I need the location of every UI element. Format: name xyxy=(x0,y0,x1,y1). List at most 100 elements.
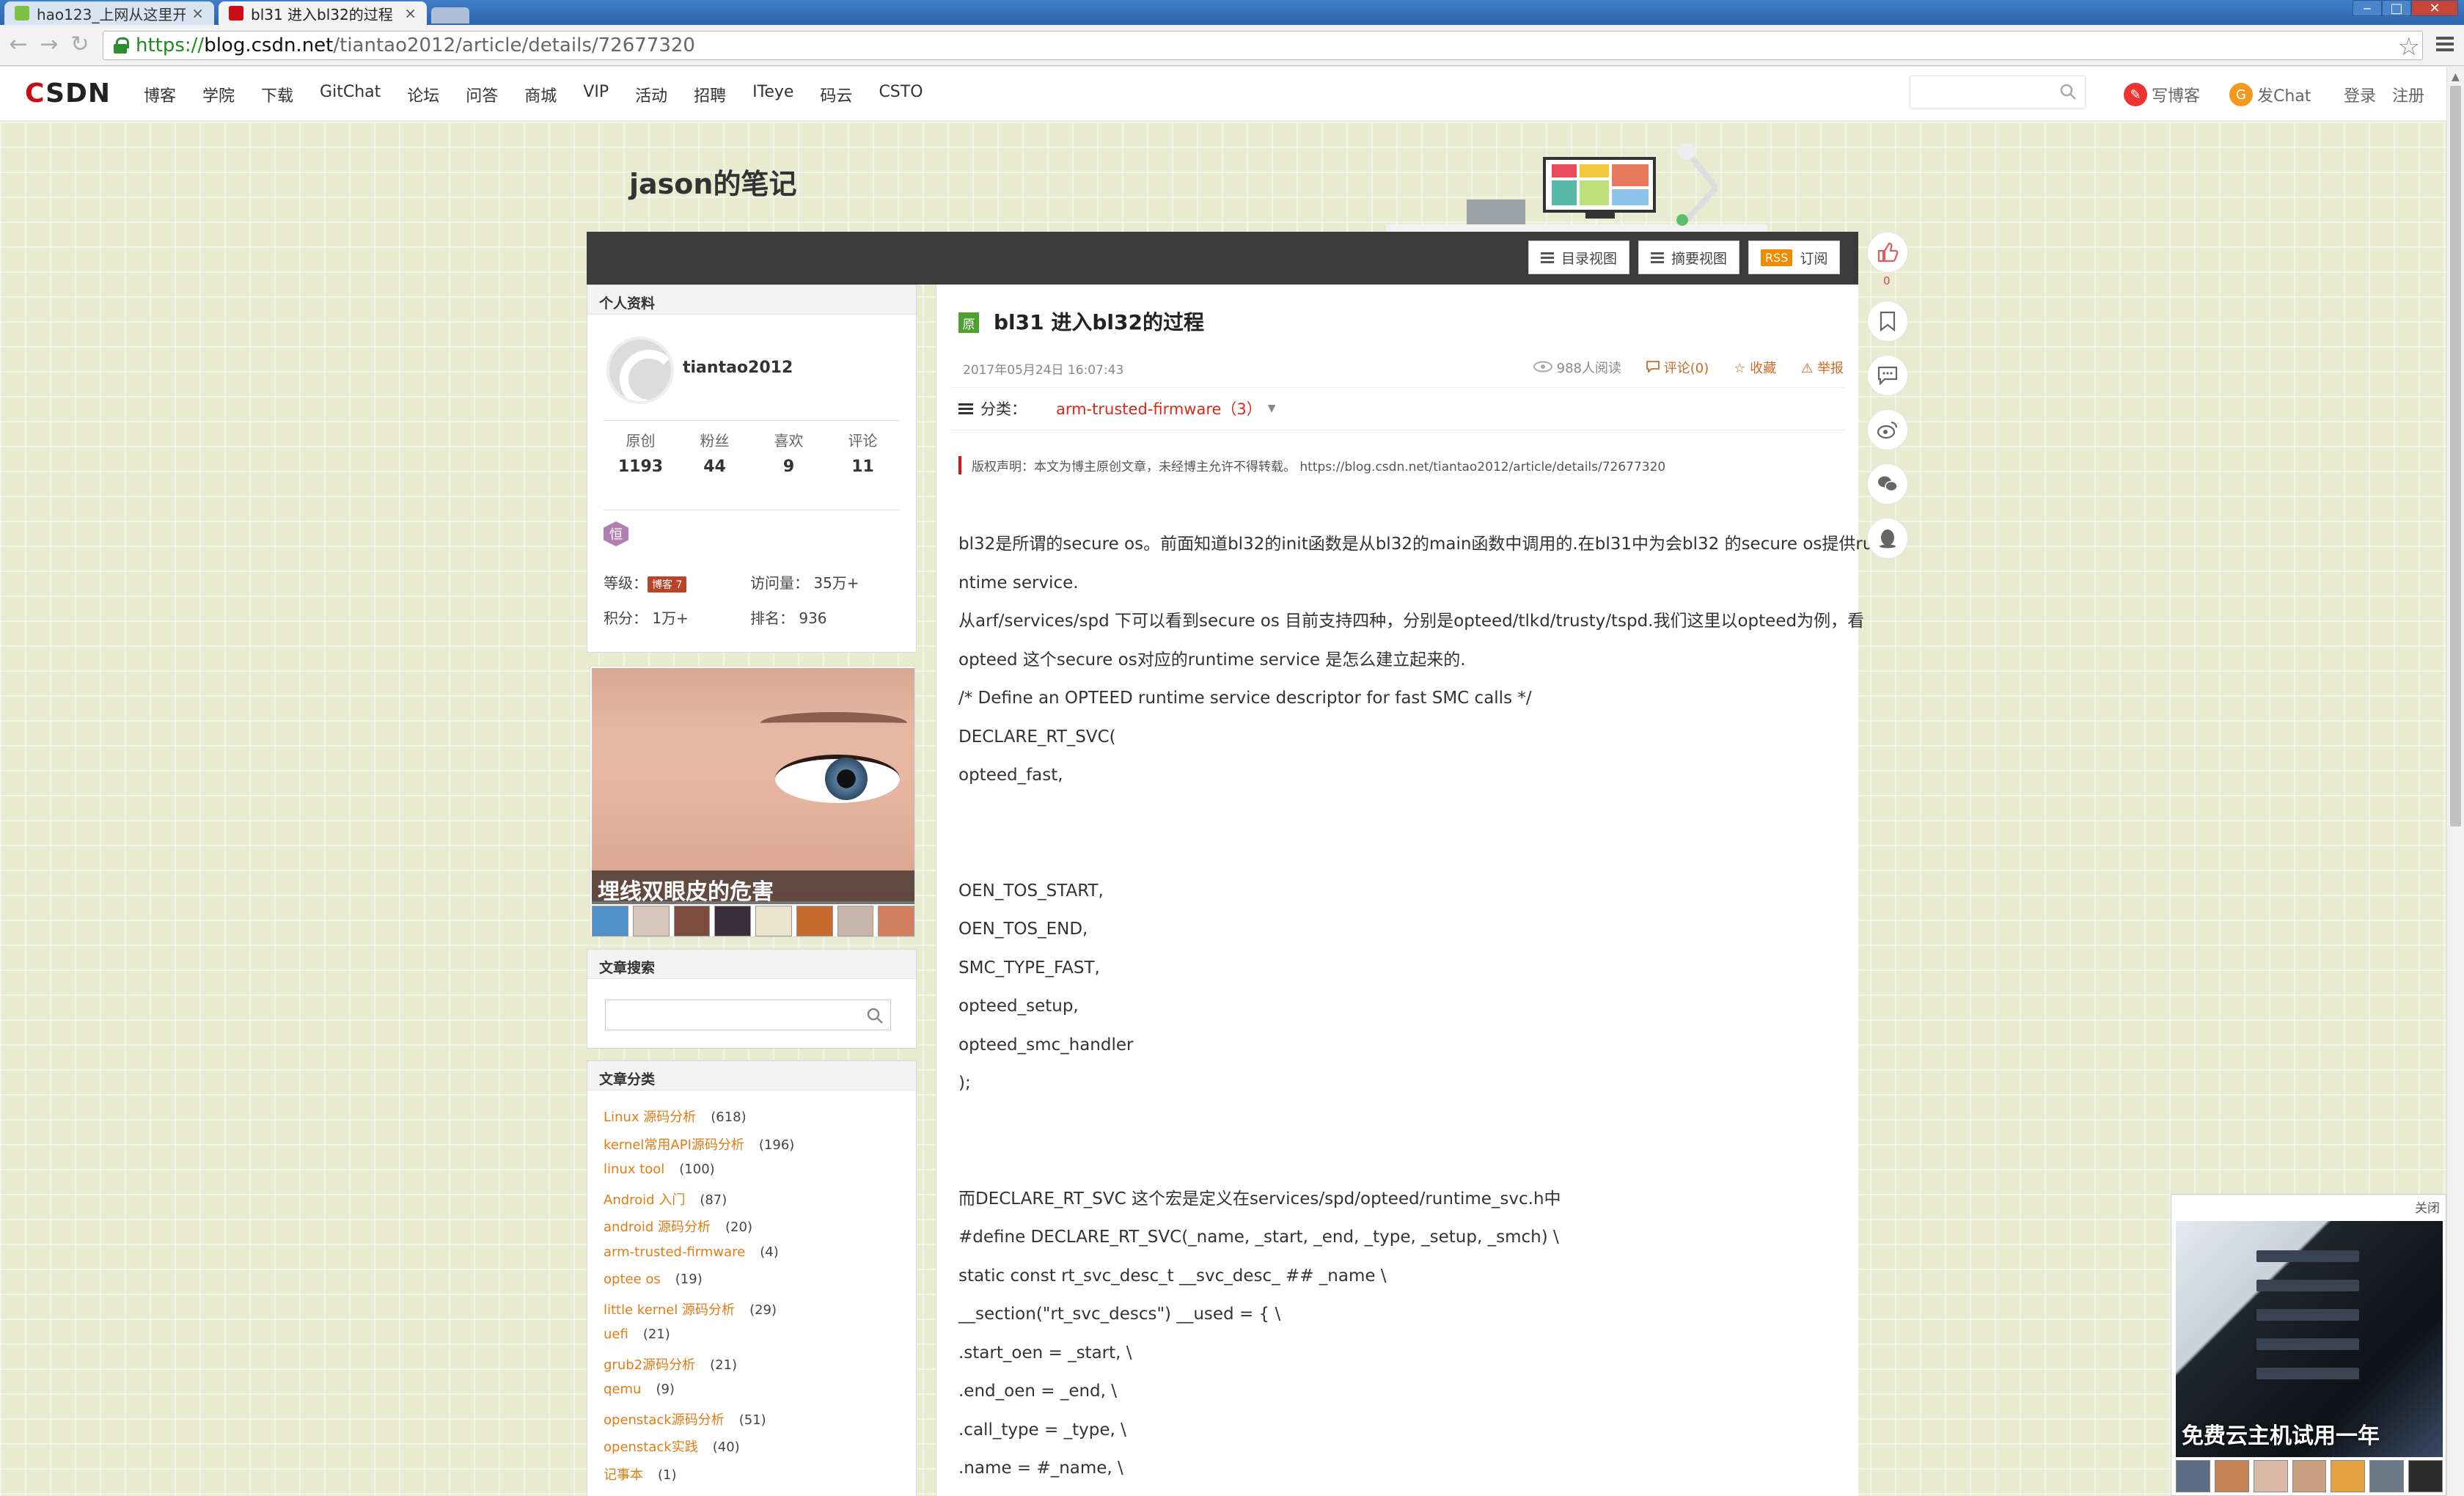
like-button[interactable] xyxy=(1867,232,1908,273)
nav-link-blog[interactable]: 博客 xyxy=(144,83,176,106)
comment-icon xyxy=(1646,361,1660,374)
chat-link[interactable]: G 发Chat xyxy=(2229,83,2311,106)
article-search-heading: 文章搜索 xyxy=(587,950,916,979)
maximize-button[interactable]: □ xyxy=(2382,0,2411,16)
read-count: 988人阅读 xyxy=(1533,358,1621,377)
list-item[interactable]: arm-trusted-firmware (4) xyxy=(604,1244,794,1272)
list-item[interactable]: openstack实践 (40) xyxy=(604,1437,794,1464)
list-item[interactable]: grub2源码分析 (21) xyxy=(604,1354,794,1382)
article-line: OEN_TOS_START, xyxy=(958,881,1104,901)
article-line: opteed_fast, xyxy=(958,766,1063,785)
comment-link[interactable]: 评论(0) xyxy=(1646,358,1709,377)
nav-link-qa[interactable]: 问答 xyxy=(466,83,498,106)
write-blog-link[interactable]: ✎ 写博客 xyxy=(2124,83,2200,106)
scroll-up-icon[interactable]: ▲ xyxy=(2452,71,2460,83)
list-item[interactable]: linux tool (100) xyxy=(604,1162,794,1189)
article-search-panel: 文章搜索 xyxy=(587,949,917,1049)
tab-current-article[interactable]: bl31 进入bl32的过程 - C × xyxy=(219,1,427,25)
article-line: .name = #_name, \ xyxy=(958,1459,1123,1478)
back-icon[interactable]: ← xyxy=(6,34,31,59)
avatar[interactable] xyxy=(606,337,674,404)
category-label: 分类： xyxy=(980,400,1027,418)
rss-subscribe-button[interactable]: RSS 订阅 xyxy=(1748,241,1841,274)
search-icon[interactable] xyxy=(2058,82,2078,101)
profile-rank: 排名： 936 xyxy=(750,609,827,627)
profile-heading: 个人资料 xyxy=(587,285,916,315)
browser-menu-icon[interactable] xyxy=(2436,37,2454,54)
tab-close-icon[interactable]: × xyxy=(404,4,417,22)
list-item[interactable]: android 源码分析 (20) xyxy=(604,1217,794,1244)
corner-ad[interactable]: 关闭 免费云主机试用一年 xyxy=(2171,1194,2446,1496)
list-item[interactable]: openstack源码分析 (51) xyxy=(604,1409,794,1437)
site-search-input[interactable] xyxy=(1910,76,2086,109)
close-window-button[interactable]: ✕ xyxy=(2411,0,2458,16)
nav-link-vip[interactable]: VIP xyxy=(583,83,609,106)
forward-icon[interactable]: → xyxy=(37,34,62,59)
register-link[interactable]: 注册 xyxy=(2392,83,2424,106)
list-item[interactable]: 记事本 (1) xyxy=(604,1464,794,1492)
profile-visits: 访问量： 35万+ xyxy=(750,574,859,592)
nav-link-gitchat[interactable]: GitChat xyxy=(320,83,381,106)
list-item[interactable]: Linux 源码分析 (618) xyxy=(604,1107,794,1134)
new-tab-button[interactable] xyxy=(431,7,469,23)
list-icon xyxy=(1541,250,1554,265)
profile-panel: 个人资料 tiantao2012 原创 1193 粉丝 44 喜欢 9 评论 11 恒 … xyxy=(587,285,917,653)
list-item[interactable]: kernel常用API源码分析 (196) xyxy=(604,1134,794,1162)
article-line: ntime service. xyxy=(958,573,1079,593)
header-desk-illustration xyxy=(1386,144,1767,233)
bookmark-button[interactable] xyxy=(1867,301,1908,342)
address-bar[interactable]: https://blog.csdn.net/tiantao2012/articl… xyxy=(103,31,2423,60)
weibo-share-button[interactable] xyxy=(1867,409,1908,450)
search-icon[interactable] xyxy=(865,1006,884,1025)
medal-icon[interactable]: 恒 xyxy=(604,521,628,546)
article-title[interactable]: bl31 进入bl32的过程 xyxy=(994,307,1204,336)
page-scrollbar[interactable]: ▲ xyxy=(2446,67,2464,1496)
report-link[interactable]: ⚠ 举报 xyxy=(1801,358,1844,377)
profile-username[interactable]: tiantao2012 xyxy=(683,359,793,377)
corner-ad-close-button[interactable]: 关闭 xyxy=(2415,1198,2440,1216)
comment-button[interactable] xyxy=(1867,355,1908,396)
toc-view-button[interactable]: 目录视图 xyxy=(1528,241,1630,274)
article-line: static const rt_svc_desc_t __svc_desc_ #… xyxy=(958,1266,1387,1286)
tab-hao123[interactable]: hao123_上网从这里开始 × xyxy=(4,1,214,25)
list-item[interactable]: uefi (21) xyxy=(604,1327,794,1354)
ad-eye-image xyxy=(592,668,914,901)
url-scheme: https:// xyxy=(136,34,205,56)
qq-share-button[interactable] xyxy=(1867,518,1908,559)
reload-icon[interactable]: ↻ xyxy=(67,34,92,59)
nav-link-download[interactable]: 下载 xyxy=(261,83,293,106)
favorite-link[interactable]: ☆ 收藏 xyxy=(1734,358,1776,377)
nav-link-forum[interactable]: 论坛 xyxy=(407,83,439,106)
csdn-logo[interactable]: CSDN xyxy=(25,78,111,109)
chevron-down-icon[interactable]: ▼ xyxy=(1268,403,1276,414)
nav-link-iteye[interactable]: ITeye xyxy=(752,83,793,106)
login-link[interactable]: 登录 xyxy=(2344,83,2376,106)
article-search-input[interactable] xyxy=(605,1000,891,1030)
article-line xyxy=(958,795,1838,834)
url-path: /tiantao2012/article/details/72677320 xyxy=(333,34,695,56)
nav-link-academy[interactable]: 学院 xyxy=(202,83,235,106)
nav-link-events[interactable]: 活动 xyxy=(635,83,667,106)
nav-link-mall[interactable]: 商城 xyxy=(524,83,557,106)
sidebar-ad[interactable]: 埋线双眼皮的危害 xyxy=(590,666,915,937)
article-line: .start_oen = _start, \ xyxy=(958,1343,1132,1363)
profile-level: 等级： 博客 7 xyxy=(604,571,687,593)
summary-view-button[interactable]: 摘要视图 xyxy=(1638,241,1740,274)
tab-close-icon[interactable]: × xyxy=(191,4,204,22)
blog-title[interactable]: jason的笔记 xyxy=(629,161,796,202)
list-item[interactable]: Android 入门 (87) xyxy=(604,1189,794,1217)
profile-stats: 原创 1193 粉丝 44 喜欢 9 评论 11 xyxy=(604,429,900,476)
article-line xyxy=(958,1103,1838,1142)
article-date: 2017年05月24日 16:07:43 xyxy=(963,363,1124,378)
minimize-button[interactable]: ‒ xyxy=(2353,0,2382,16)
nav-link-csto[interactable]: CSTO xyxy=(879,83,923,106)
list-item[interactable]: optee os (19) xyxy=(604,1272,794,1299)
scrollbar-thumb[interactable] xyxy=(2450,86,2461,826)
nav-link-gitee[interactable]: 码云 xyxy=(820,83,852,106)
list-item[interactable]: qemu (9) xyxy=(604,1382,794,1409)
nav-link-jobs[interactable]: 招聘 xyxy=(694,83,726,106)
list-item[interactable]: little kernel 源码分析 (29) xyxy=(604,1299,794,1327)
wechat-share-button[interactable] xyxy=(1867,463,1908,505)
bookmark-star-icon[interactable]: ☆ xyxy=(2398,32,2420,62)
category-link[interactable]: arm-trusted-firmware（3） xyxy=(1056,397,1262,419)
